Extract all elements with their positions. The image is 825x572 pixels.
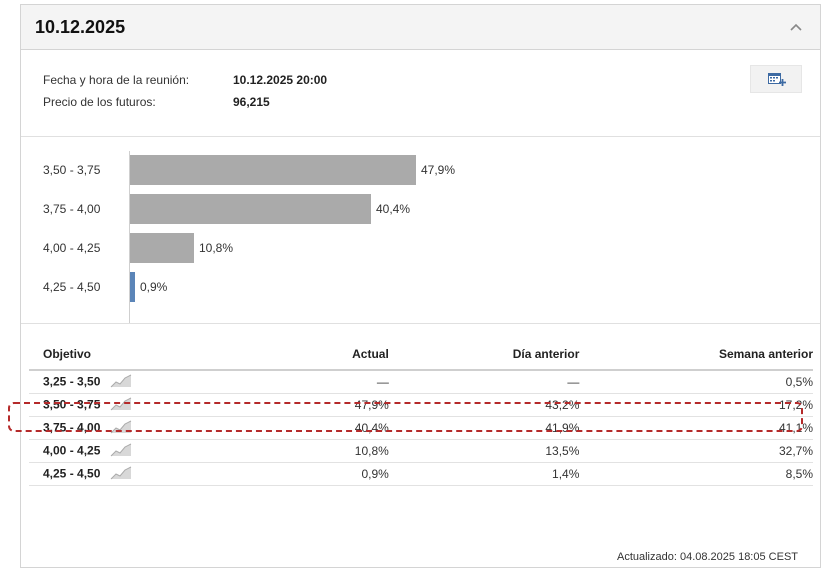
- probability-bar[interactable]: [130, 272, 135, 302]
- target-range-label: 3,25 - 3,50: [43, 374, 101, 389]
- cell-prev-day: 43,2%: [388, 393, 580, 417]
- bar-range-label: 3,50 - 3,75: [43, 163, 101, 177]
- cell-prev-week: 0,5%: [579, 370, 813, 394]
- sparkline-icon[interactable]: [110, 420, 132, 437]
- meeting-date-value: 10.12.2025 20:00: [233, 73, 328, 87]
- cell-prev-day: 41,9%: [388, 416, 580, 440]
- futures-price-label: Precio de los futuros:: [43, 95, 156, 109]
- cell-prev-week: 32,7%: [579, 439, 813, 463]
- meeting-date-row: Fecha y hora de la reunión: 10.12.2025 20…: [43, 73, 327, 87]
- futures-price-value: 96,215: [233, 95, 270, 109]
- table-row: 3,25 - 3,50— —0,5%: [29, 370, 813, 394]
- cell-actual: 40,4%: [219, 416, 389, 440]
- cell-prev-week: 17,2%: [579, 393, 813, 417]
- bar-value-label: 40,4%: [376, 202, 411, 216]
- target-cell: 3,25 - 3,50: [29, 370, 220, 394]
- target-range-label: 3,50 - 3,75: [43, 397, 101, 412]
- cell-prev-week: 8,5%: [579, 462, 813, 486]
- add-to-calendar-button[interactable]: [750, 65, 802, 93]
- target-cell: 4,00 - 4,25: [29, 439, 220, 463]
- bar-value-label: 47,9%: [421, 163, 456, 177]
- card-header[interactable]: 10.12.2025: [21, 5, 820, 50]
- bar-value-label: 0,9%: [140, 280, 168, 294]
- meeting-date-label: Fecha y hora de la reunión:: [43, 73, 190, 87]
- bar-range-label: 4,25 - 4,50: [43, 280, 101, 294]
- target-range-label: 3,75 - 4,00: [43, 420, 101, 435]
- sparkline-icon[interactable]: [110, 466, 132, 483]
- target-cell: 3,75 - 4,00: [29, 416, 220, 440]
- table-row: 3,50 - 3,75 47,9% 43,2% 17,2%: [29, 393, 813, 417]
- sparkline-icon[interactable]: [110, 443, 132, 460]
- meeting-card: 10.12.2025 Fecha y hora de la reunión: 10…: [20, 4, 821, 568]
- section-divider: [21, 323, 820, 324]
- col-header-objetivo[interactable]: Objetivo: [29, 343, 220, 371]
- bar-range-label: 4,00 - 4,25: [43, 241, 101, 255]
- bar-range-label: 3,75 - 4,00: [43, 202, 101, 216]
- sparkline-icon[interactable]: [110, 397, 132, 414]
- probability-bar[interactable]: [130, 194, 371, 224]
- table-row: 4,00 - 4,25 10,8% 13,5% 32,7%: [29, 439, 813, 463]
- target-cell: 4,25 - 4,50: [29, 462, 220, 486]
- cell-actual: —: [219, 370, 389, 394]
- table-header-row: Objetivo Actual Día anterior Semana ante…: [29, 343, 813, 371]
- cell-prev-week: 41,1%: [579, 416, 813, 440]
- bar-value-label: 10,8%: [199, 241, 234, 255]
- target-range-label: 4,25 - 4,50: [43, 466, 101, 481]
- card-title: 10.12.2025: [35, 17, 126, 37]
- cell-prev-day: 13,5%: [388, 439, 580, 463]
- col-header-actual[interactable]: Actual: [219, 343, 389, 371]
- add-to-calendar-icon: [768, 73, 786, 86]
- sparkline-icon[interactable]: [110, 374, 132, 391]
- cell-actual: 47,9%: [219, 393, 389, 417]
- col-header-dia-anterior[interactable]: Día anterior: [388, 343, 580, 371]
- probability-bar[interactable]: [130, 155, 416, 185]
- section-divider: [21, 136, 820, 137]
- table-row: 4,25 - 4,50 0,9% 1,4% 8,5%: [29, 462, 813, 486]
- cell-actual: 10,8%: [219, 439, 389, 463]
- target-cell: 3,50 - 3,75: [29, 393, 220, 417]
- cell-prev-day: 1,4%: [388, 462, 580, 486]
- probability-table: Objetivo Actual Día anterior Semana ante…: [29, 343, 813, 486]
- probability-bar[interactable]: [130, 233, 194, 263]
- target-range-label: 4,00 - 4,25: [43, 443, 101, 458]
- cell-actual: 0,9%: [219, 462, 389, 486]
- table-row: 3,75 - 4,00 40,4% 41,9% 41,1%: [29, 416, 813, 440]
- col-header-semana-anterior[interactable]: Semana anterior: [579, 343, 813, 371]
- cell-prev-day: —: [388, 370, 580, 394]
- chevron-up-icon[interactable]: [786, 17, 806, 37]
- updated-timestamp: Actualizado: 04.08.2025 18:05 CEST: [616, 551, 798, 563]
- futures-price-row: Precio de los futuros: 96,215: [43, 95, 270, 109]
- table-body: 3,25 - 3,50— —0,5% 3,50 - 3,75 47,9% 43,2% 17…: [29, 370, 813, 486]
